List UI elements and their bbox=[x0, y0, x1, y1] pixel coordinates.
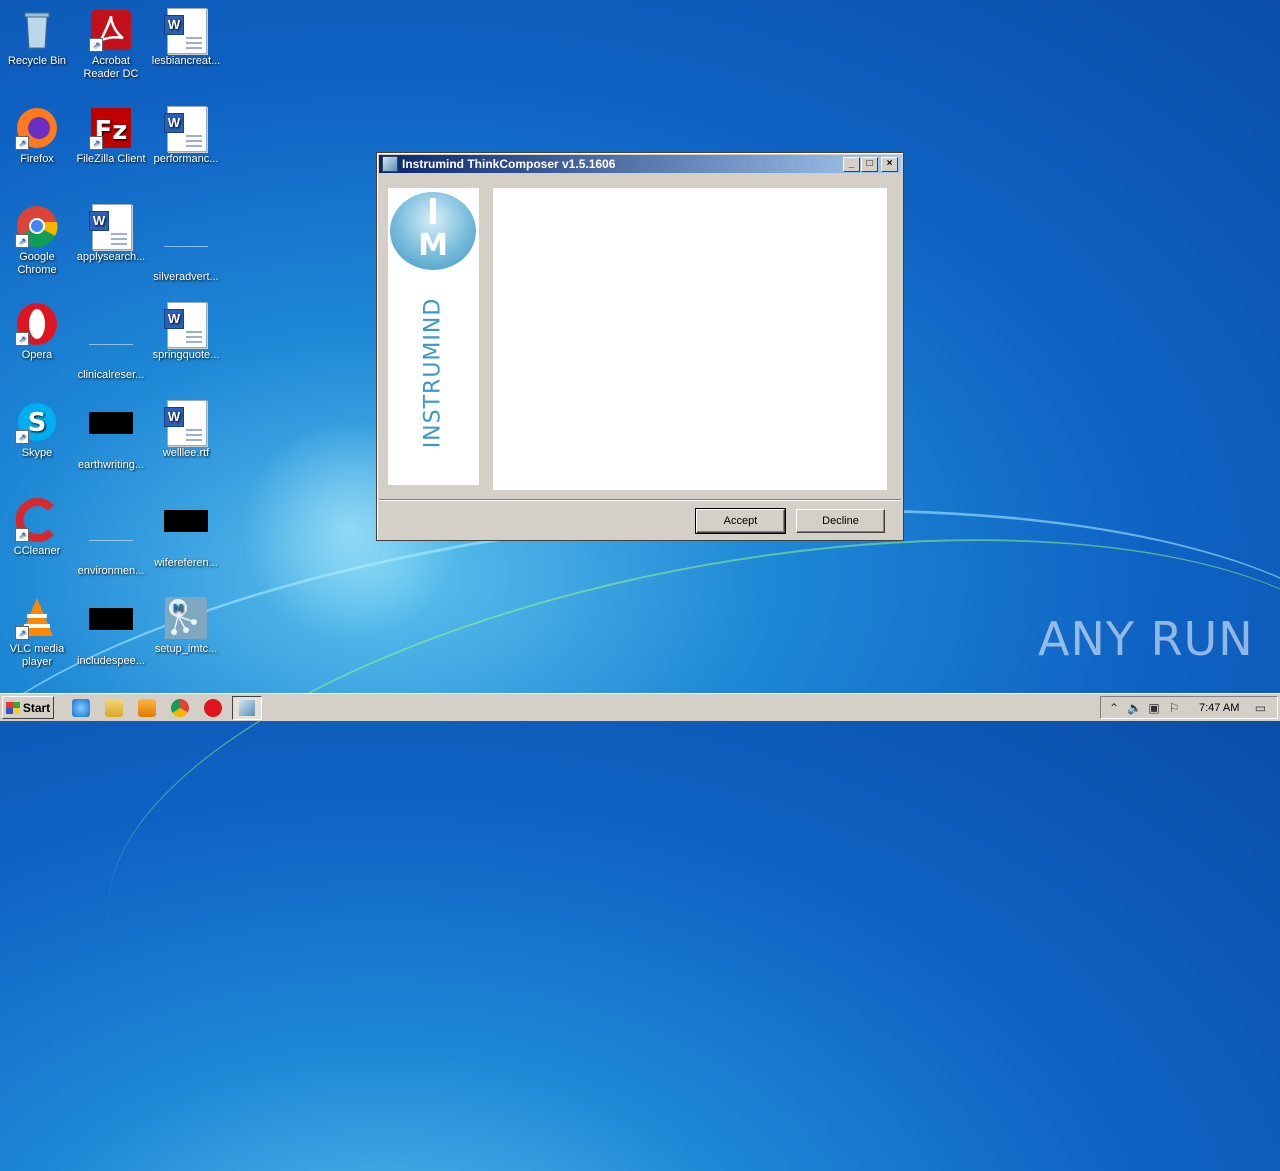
desktop-icon-setup-imtc[interactable]: M setup_imtc... bbox=[149, 596, 223, 656]
volume-icon[interactable]: 🔈 bbox=[1127, 701, 1142, 715]
desktop-icon-wifereferen[interactable]: wifereferen... bbox=[149, 498, 223, 570]
accept-button[interactable]: Accept bbox=[695, 508, 786, 534]
window-titlebar[interactable]: Instrumind ThinkComposer v1.5.1606 _ □ × bbox=[379, 155, 901, 173]
network-icon[interactable]: ▣ bbox=[1147, 701, 1161, 715]
desktop-icon-environmen[interactable]: environmen... bbox=[74, 498, 148, 578]
desktop-icon-filezilla[interactable]: Fz ↗ FileZilla Client bbox=[74, 106, 148, 166]
setup-installer-icon: M bbox=[164, 596, 208, 640]
vlc-icon: ↗ bbox=[15, 596, 59, 640]
blank-file-icon bbox=[164, 224, 208, 268]
desktop-icon-silveradvert[interactable]: silveradvert... bbox=[149, 204, 223, 284]
instrumind-logo-text: INSTRUMIND bbox=[420, 297, 446, 449]
anyrun-watermark: ANY RUN bbox=[1038, 612, 1254, 666]
start-button[interactable]: Start bbox=[2, 696, 54, 719]
desktop-icon-performanc[interactable]: W performanc... bbox=[149, 106, 223, 166]
svg-text:M: M bbox=[173, 602, 184, 615]
desktop-icon-skype[interactable]: S ↗ Skype bbox=[0, 400, 74, 460]
opera-icon[interactable] bbox=[204, 698, 222, 717]
desktop-icon-welllee[interactable]: W welllee.rtf bbox=[149, 400, 223, 460]
shortcut-arrow-icon: ↗ bbox=[15, 136, 29, 150]
internet-explorer-icon[interactable] bbox=[72, 698, 90, 717]
filezilla-icon: Fz ↗ bbox=[89, 106, 133, 150]
desktop-icon-includespee[interactable]: includespee... bbox=[74, 596, 148, 668]
word-document-icon: W bbox=[164, 302, 208, 348]
system-tray: ⌃ 🔈 ▣ ⚐ 7:47 AM ▭ bbox=[1100, 696, 1278, 719]
decline-button[interactable]: Decline bbox=[796, 509, 885, 533]
divider bbox=[379, 499, 901, 501]
blank-file-icon bbox=[89, 518, 133, 562]
thinkcomposer-dialog: Instrumind ThinkComposer v1.5.1606 _ □ ×… bbox=[376, 152, 904, 541]
opera-icon: ↗ bbox=[15, 302, 59, 346]
svg-text:S: S bbox=[28, 408, 47, 438]
ccleaner-icon: ↗ bbox=[15, 498, 59, 542]
shortcut-arrow-icon: ↗ bbox=[89, 38, 103, 52]
media-player-icon[interactable] bbox=[138, 698, 156, 717]
app-icon bbox=[239, 699, 255, 716]
maximize-button[interactable]: □ bbox=[861, 156, 878, 172]
desktop-icon-firefox[interactable]: ↗ Firefox bbox=[0, 106, 74, 166]
desktop-icon-vlc[interactable]: ↗ VLC media player bbox=[0, 596, 74, 669]
file-explorer-icon[interactable] bbox=[105, 698, 123, 717]
desktop-icon-google-chrome[interactable]: ↗ Google Chrome bbox=[0, 204, 74, 277]
black-file-icon bbox=[89, 608, 133, 652]
shortcut-arrow-icon: ↗ bbox=[15, 528, 29, 542]
desktop-icon-lesbiancreat[interactable]: W lesbiancreat... bbox=[149, 8, 223, 68]
word-document-icon: W bbox=[164, 8, 208, 54]
desktop-icon-acrobat[interactable]: ↗ Acrobat Reader DC bbox=[74, 8, 148, 81]
recycle-bin-icon bbox=[15, 8, 59, 52]
taskbar: Start ⌃ 🔈 ▣ ⚐ 7:47 AM ▭ bbox=[0, 693, 1280, 721]
action-center-flag-icon[interactable]: ⚐ bbox=[1167, 701, 1181, 715]
desktop-icon-applysearch[interactable]: W applysearch... bbox=[74, 204, 148, 264]
window-title: Instrumind ThinkComposer v1.5.1606 bbox=[402, 157, 616, 171]
shortcut-arrow-icon: ↗ bbox=[15, 332, 29, 346]
word-document-icon: W bbox=[164, 400, 208, 446]
acrobat-icon: ↗ bbox=[89, 8, 133, 52]
instrumind-logo-panel: M INSTRUMIND bbox=[388, 188, 479, 485]
show-desktop-icon[interactable]: ▭ bbox=[1253, 701, 1267, 715]
word-document-icon: W bbox=[164, 106, 208, 152]
shortcut-arrow-icon: ↗ bbox=[89, 136, 103, 150]
desktop-icon-clinicalreser[interactable]: clinicalreser... bbox=[74, 302, 148, 382]
shortcut-arrow-icon: ↗ bbox=[15, 430, 29, 444]
license-text-area[interactable] bbox=[493, 188, 887, 490]
chrome-icon[interactable] bbox=[171, 698, 189, 717]
firefox-icon: ↗ bbox=[15, 106, 59, 150]
shortcut-arrow-icon: ↗ bbox=[15, 626, 29, 640]
shortcut-arrow-icon: ↗ bbox=[15, 234, 29, 248]
windows-logo-icon bbox=[5, 701, 20, 714]
minimize-button[interactable]: _ bbox=[843, 156, 860, 172]
chrome-icon: ↗ bbox=[15, 204, 59, 248]
close-button[interactable]: × bbox=[881, 156, 898, 172]
desktop-icon-springquote[interactable]: W springquote... bbox=[149, 302, 223, 362]
desktop-icon-ccleaner[interactable]: ↗ CCleaner bbox=[0, 498, 74, 558]
taskbar-thinkcomposer-button[interactable] bbox=[232, 695, 262, 720]
skype-icon: S ↗ bbox=[15, 400, 59, 444]
desktop-icon-earthwriting[interactable]: earthwriting... bbox=[74, 400, 148, 472]
tray-expand-icon[interactable]: ⌃ bbox=[1107, 701, 1121, 715]
blank-file-icon bbox=[89, 322, 133, 366]
black-file-icon bbox=[164, 510, 208, 554]
word-document-icon: W bbox=[89, 204, 133, 250]
app-icon bbox=[382, 156, 398, 172]
black-file-icon bbox=[89, 412, 133, 456]
instrumind-logo-icon: M bbox=[390, 192, 476, 270]
desktop-icon-recycle-bin[interactable]: Recycle Bin bbox=[0, 8, 74, 68]
clock[interactable]: 7:47 AM bbox=[1199, 702, 1239, 714]
desktop-icon-opera[interactable]: ↗ Opera bbox=[0, 302, 74, 362]
